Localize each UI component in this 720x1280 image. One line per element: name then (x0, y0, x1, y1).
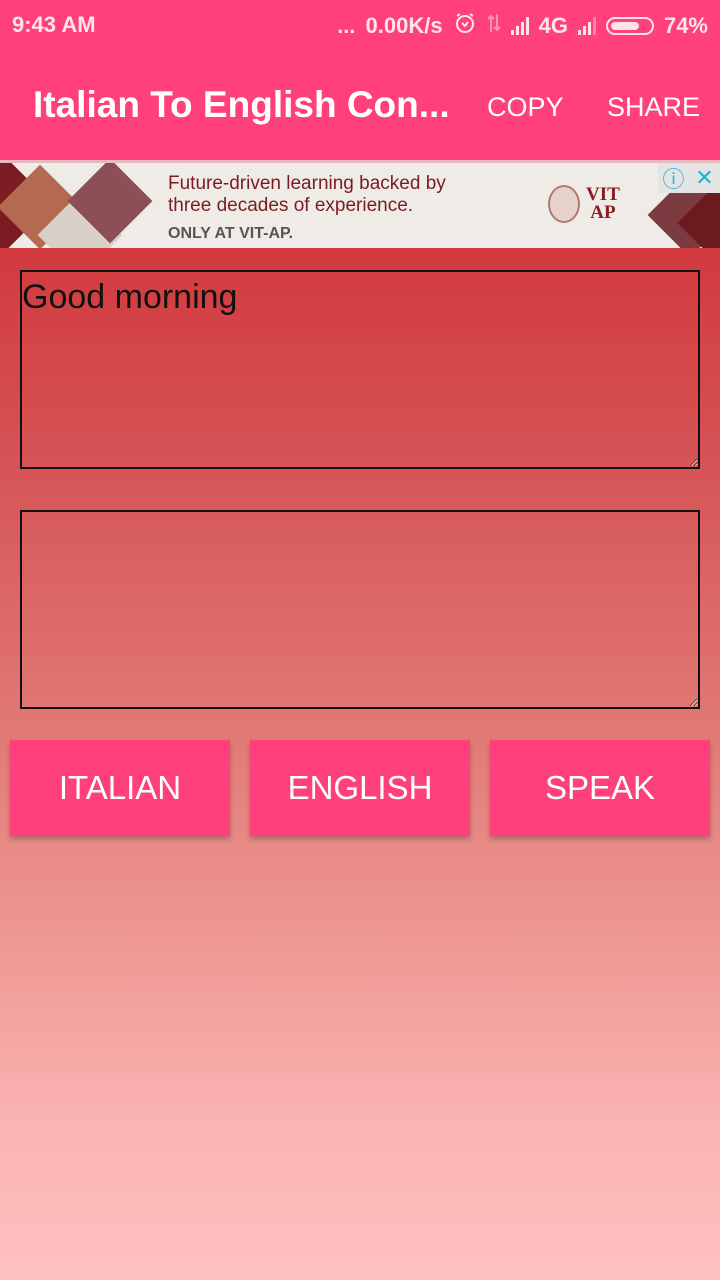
italian-input[interactable]: Good morning (20, 270, 700, 469)
battery-icon (605, 17, 654, 35)
signal-icon-2 (577, 17, 596, 35)
status-time: 9:43 AM (12, 12, 96, 37)
app-title: Italian To English Con... (33, 84, 450, 125)
ad-banner[interactable]: Future-driven learning backed by three d… (0, 160, 720, 252)
ad-info-icon[interactable]: ⓘ (658, 163, 689, 193)
alarm-icon (453, 11, 477, 41)
italian-button[interactable]: ITALIAN (10, 740, 230, 836)
network-type: 4G (538, 13, 568, 38)
app-bar: Italian To English Con... COPY SHARE (0, 50, 720, 160)
ad-choices: ⓘ ✕ (658, 163, 720, 193)
copy-button[interactable]: COPY (487, 92, 564, 123)
status-icons: ... 0.00K/s 4G 74% (337, 11, 708, 41)
ad-headline-line2: three decades of experience. (168, 195, 414, 216)
ad-subline: ONLY AT VIT-AP. (168, 225, 294, 242)
ad-headline-line1: Future-driven learning backed by (168, 173, 446, 194)
ad-headline: Future-driven learning backed by three d… (168, 173, 446, 217)
status-bar: 9:43 AM ... 0.00K/s 4G 74% (0, 0, 720, 50)
share-button[interactable]: SHARE (607, 92, 700, 123)
english-output[interactable] (20, 510, 700, 709)
net-speed: 0.00K/s (365, 13, 443, 38)
ad-close-icon[interactable]: ✕ (689, 163, 720, 193)
more-notifications-icon: ... (337, 13, 356, 38)
ad-logo: VIT AP (548, 185, 620, 223)
battery-percent: 74% (663, 13, 708, 38)
signal-icon (510, 17, 529, 35)
ad-seal-icon (548, 185, 580, 223)
data-arrows-icon (486, 12, 501, 40)
english-button[interactable]: ENGLISH (250, 740, 470, 836)
ad-photos-left (0, 163, 153, 252)
speak-button[interactable]: SPEAK (490, 740, 710, 836)
ad-bottom-strip (0, 248, 720, 252)
ad-logo-line2: AP (590, 202, 616, 223)
